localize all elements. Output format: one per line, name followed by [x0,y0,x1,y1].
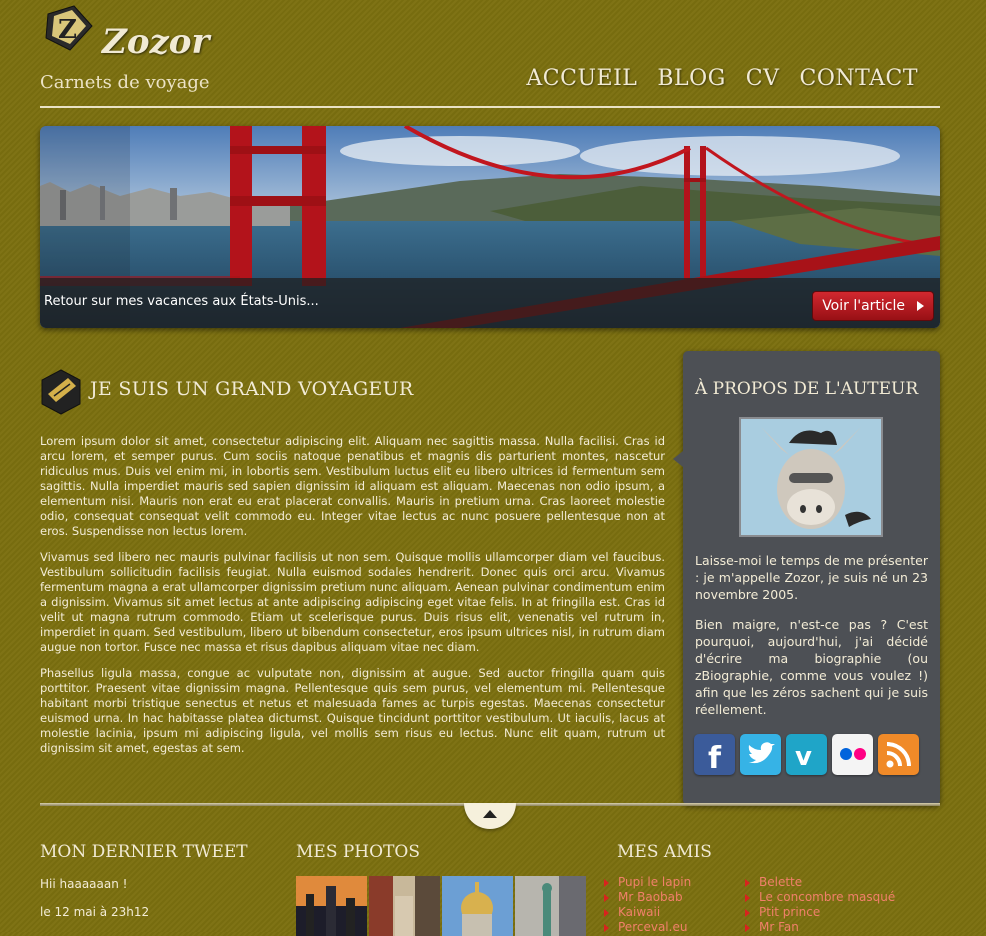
read-article-button[interactable]: Voir l'article [812,291,934,321]
about-author-panel: À PROPOS DE L'AUTEUR Laisse-moi le temps… [673,351,940,805]
article-title: JE SUIS UN GRAND VOYAGEUR [90,378,414,400]
svg-text:f: f [708,741,722,775]
zozor-logo-icon[interactable]: Z [40,4,98,54]
back-to-top-button[interactable] [464,803,516,829]
site-header: Z Zozor Carnets de voyage ACCUEIL BLOG C… [40,0,940,110]
panel-pointer [673,451,683,467]
zozor-donkey-image [741,419,881,535]
header-divider [40,106,940,108]
photo-thumbnail[interactable] [442,876,513,936]
about-paragraph: Laisse-moi le temps de me présenter : je… [695,553,928,602]
svg-text:v: v [795,742,812,772]
banner-caption-bar: Retour sur mes vacances aux États-Unis..… [40,278,940,328]
banner-caption: Retour sur mes vacances aux États-Unis..… [44,294,319,309]
play-arrow-icon [917,301,924,311]
social-links: f v [694,734,919,776]
nav-accueil[interactable]: ACCUEIL [526,66,637,91]
friend-link[interactable]: Mr Baobab [604,890,691,905]
photo-thumbnail[interactable] [515,876,586,936]
tweet-date: le 12 mai à 23h12 [40,905,150,919]
ticket-icon [41,369,81,415]
main-nav: ACCUEIL BLOG CV CONTACT [526,66,918,91]
friend-link[interactable]: Belette [745,875,895,890]
facebook-icon[interactable]: f [694,734,735,776]
friends-list-col2: Belette Le concombre masqué Ptit prince … [745,875,895,935]
tweet-text: Hii haaaaaan ! [40,877,128,891]
nav-contact[interactable]: CONTACT [800,66,918,91]
photo-thumbnail[interactable] [296,876,367,936]
friend-link[interactable]: Pupi le lapin [604,875,691,890]
vimeo-icon[interactable]: v [786,734,827,775]
svg-text:Z: Z [58,15,77,45]
about-title: À PROPOS DE L'AUTEUR [695,379,919,399]
site-tagline: Carnets de voyage [40,72,210,93]
nav-blog[interactable]: BLOG [657,66,725,91]
about-text: Laisse-moi le temps de me présenter : je… [695,552,928,731]
rss-icon[interactable] [878,734,919,775]
about-paragraph: Bien maigre, n'est-ce pas ? C'est pourqu… [695,617,928,717]
friends-title: MES AMIS [617,842,712,862]
author-avatar [739,417,883,537]
article-paragraph: Phasellus ligula massa, congue ac vulput… [40,666,665,755]
article-body: Lorem ipsum dolor sit amet, consectetur … [40,434,665,767]
nav-cv[interactable]: CV [746,66,780,91]
friend-link[interactable]: Perceval.eu [604,920,691,935]
read-article-label: Voir l'article [822,298,905,314]
flickr-icon[interactable] [832,734,873,775]
tweet-title: MON DERNIER TWEET [40,842,248,862]
article-paragraph: Lorem ipsum dolor sit amet, consectetur … [40,434,665,538]
friend-link[interactable]: Ptit prince [745,905,895,920]
site-name[interactable]: Zozor [102,22,209,62]
friend-link[interactable]: Kaiwaii [604,905,691,920]
twitter-icon[interactable] [740,734,781,775]
friends-list-col1: Pupi le lapin Mr Baobab Kaiwaii Perceval… [604,875,691,935]
arrow-up-icon [483,810,497,818]
friend-link[interactable]: Le concombre masqué [745,890,895,905]
hero-banner: Retour sur mes vacances aux États-Unis..… [40,126,940,328]
article-paragraph: Vivamus sed libero nec mauris pulvinar f… [40,550,665,654]
friend-link[interactable]: Mr Fan [745,920,895,935]
photo-gallery [296,876,586,936]
photo-thumbnail[interactable] [369,876,440,936]
photos-title: MES PHOTOS [296,842,420,862]
